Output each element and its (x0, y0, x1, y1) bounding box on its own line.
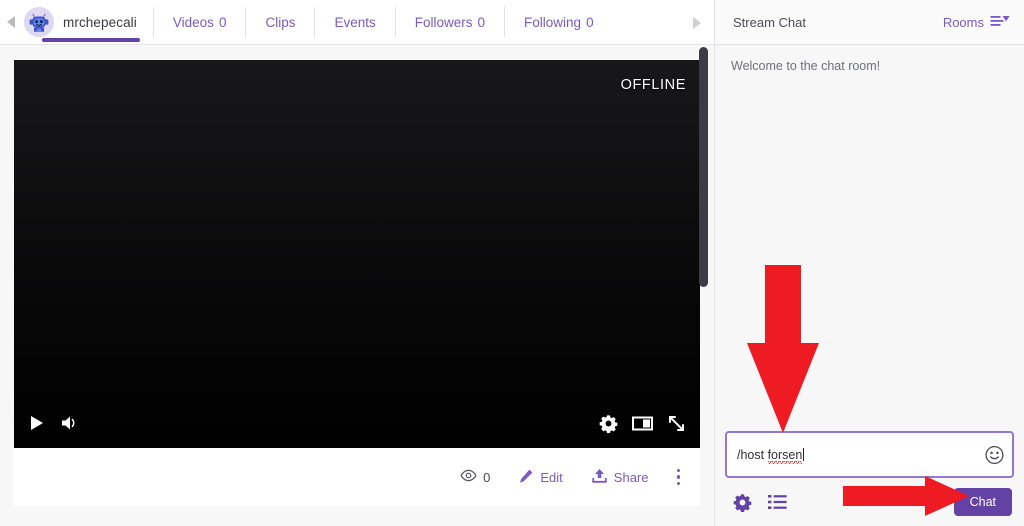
channel-content-area: OFFLINE 0 Edit Share (0, 45, 714, 526)
chevron-right-glyph (693, 16, 701, 29)
chat-message: Welcome to the chat room! (731, 59, 881, 73)
chat-header: Stream Chat Rooms (715, 0, 1024, 45)
nav-item-following-count: 0 (586, 14, 594, 30)
nav-item-clips-label: Clips (265, 14, 296, 30)
chat-footer: Chat (715, 478, 1024, 526)
nav-item-events[interactable]: Events (315, 0, 394, 45)
viewer-list-icon[interactable] (768, 494, 787, 510)
smiley-icon[interactable] (985, 445, 1004, 464)
chat-input-value-misspelled: forsen (767, 447, 803, 464)
nav-item-events-label: Events (334, 14, 376, 30)
chat-input-value-prefix: /host (737, 447, 768, 462)
main-content-column: mrchepecali Videos 0 Clips Events Follow… (0, 0, 714, 526)
fullscreen-icon[interactable] (667, 414, 686, 433)
kebab-menu-icon[interactable] (663, 468, 695, 486)
text-caret (803, 447, 805, 461)
chat-input[interactable]: /host forsen (725, 431, 1014, 478)
channel-name-label: mrchepecali (63, 14, 137, 30)
rooms-dropdown-icon (990, 14, 1010, 31)
video-player[interactable]: OFFLINE (14, 60, 700, 448)
nav-item-following-label: Following (524, 14, 582, 30)
nav-item-videos-count: 0 (218, 14, 227, 30)
channel-navigation-bar: mrchepecali Videos 0 Clips Events Follow… (0, 0, 714, 45)
nav-item-videos[interactable]: Videos 0 (154, 0, 246, 45)
rooms-label: Rooms (942, 14, 984, 30)
nav-item-followers-count: 0 (477, 14, 486, 30)
player-control-bar (14, 398, 700, 448)
volume-icon[interactable] (60, 414, 80, 432)
kebab-dot (676, 468, 680, 473)
kebab-dot (676, 475, 680, 479)
nav-item-clips[interactable]: Clips (246, 0, 314, 45)
theater-mode-icon[interactable] (632, 415, 653, 432)
chevron-left-glyph (7, 16, 15, 28)
rooms-button[interactable]: Rooms (943, 14, 1010, 31)
gear-icon[interactable] (599, 414, 618, 433)
view-count: 0 (446, 460, 504, 494)
chat-title: Stream Chat (733, 14, 806, 30)
share-upload-icon (591, 468, 608, 487)
view-count-value: 0 (483, 469, 491, 485)
nav-item-following[interactable]: Following 0 (505, 0, 613, 45)
chat-send-button[interactable]: Chat (953, 488, 1012, 516)
share-label: Share (613, 469, 649, 485)
edit-label: Edit (540, 469, 563, 485)
nav-item-followers[interactable]: Followers 0 (396, 0, 504, 45)
nav-item-followers-label: Followers (414, 14, 473, 30)
content-scrollbar-track[interactable] (699, 45, 711, 526)
offline-status-label: OFFLINE (620, 77, 686, 93)
chat-message-list: Welcome to the chat room! (715, 45, 1024, 431)
nav-item-videos-label: Videos (172, 14, 214, 30)
content-scrollbar-thumb[interactable] (699, 47, 708, 287)
edit-button[interactable]: Edit (504, 460, 576, 494)
kebab-dot (676, 481, 680, 486)
chevron-left-icon[interactable] (0, 0, 22, 45)
chat-input-value: /host forsen (737, 447, 805, 464)
video-meta-bar: 0 Edit Share (14, 448, 700, 506)
chevron-right-icon[interactable] (686, 0, 708, 45)
eye-icon (460, 469, 477, 485)
twitch-channel-page: mrchepecali Videos 0 Clips Events Follow… (0, 0, 1024, 526)
gear-icon[interactable] (733, 493, 752, 512)
pencil-icon (518, 468, 534, 487)
share-button[interactable]: Share (577, 460, 663, 494)
robot-avatar-icon (24, 7, 54, 37)
play-icon[interactable] (28, 414, 46, 432)
chat-input-container: /host forsen (715, 431, 1024, 478)
stream-chat-panel: Stream Chat Rooms Welcome to the chat ro… (714, 0, 1024, 526)
channel-tab-mrchepecali[interactable]: mrchepecali (22, 0, 153, 45)
